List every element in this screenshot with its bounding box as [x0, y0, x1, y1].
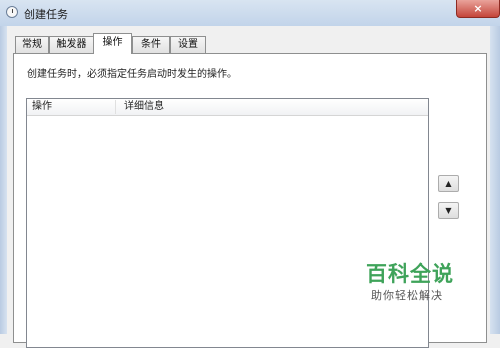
- tab-conditions[interactable]: 条件: [132, 36, 170, 53]
- window-left-border: [0, 26, 7, 334]
- watermark-tagline: 助你轻松解决: [371, 289, 443, 302]
- tab-actions[interactable]: 操作: [93, 33, 132, 54]
- title-bar[interactable]: 创建任务 ×: [0, 0, 500, 27]
- arrow-down-icon: ▼: [445, 206, 452, 215]
- column-header-action[interactable]: 操作: [32, 99, 52, 115]
- arrow-up-icon: ▲: [445, 179, 452, 188]
- tab-settings[interactable]: 设置: [170, 36, 206, 53]
- actions-description: 创建任务时，必须指定任务启动时发生的操作。: [27, 69, 237, 80]
- close-button[interactable]: ×: [456, 0, 500, 18]
- watermark: 百科全说 助你轻松解决: [340, 258, 465, 306]
- actions-list[interactable]: 操作 详细信息: [26, 98, 429, 348]
- window-right-border: [490, 26, 500, 334]
- window-title: 创建任务: [24, 8, 68, 21]
- watermark-brand: 百科全说: [366, 262, 454, 286]
- column-header-details[interactable]: 详细信息: [124, 99, 164, 115]
- clock-icon: [6, 6, 18, 18]
- move-up-button[interactable]: ▲: [438, 175, 459, 192]
- tab-triggers[interactable]: 触发器: [49, 36, 94, 53]
- move-down-button[interactable]: ▼: [438, 202, 459, 219]
- tab-general[interactable]: 常规: [15, 36, 49, 53]
- actions-list-header: 操作 详细信息: [27, 99, 428, 116]
- column-divider[interactable]: [115, 100, 116, 114]
